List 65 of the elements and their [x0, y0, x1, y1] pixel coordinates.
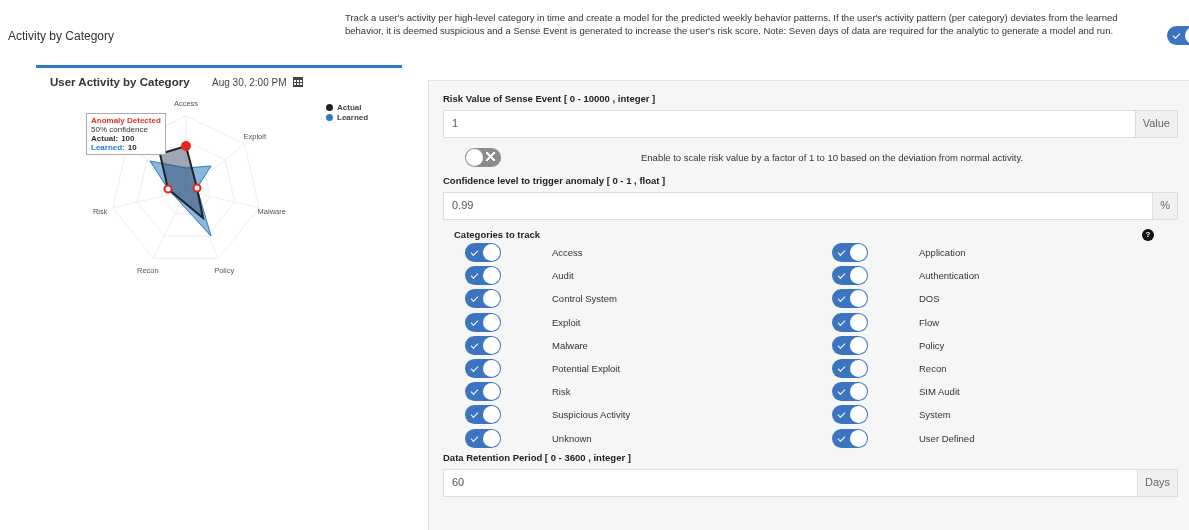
category-label: SIM Audit [919, 386, 960, 398]
chart-title: User Activity by Category [50, 76, 191, 88]
category-label: Exploit [552, 316, 581, 328]
tooltip-label: Actual: [91, 134, 119, 143]
category-toggle[interactable] [465, 312, 501, 332]
category-toggle[interactable] [465, 359, 501, 379]
field-label: Confidence level to trigger anomaly [ 0 - 1 , float ] [443, 175, 667, 186]
tooltip-heading: Anomaly Detected [91, 116, 161, 125]
category-label: Malware [552, 339, 588, 351]
input-field[interactable]: 1 Value [443, 110, 1178, 138]
category-toggle[interactable] [465, 266, 501, 286]
category-toggle[interactable] [832, 405, 868, 425]
category-label: Potential Exploit [552, 363, 621, 375]
field-label: Risk Value of Sense Event [ 0 - 10000 , integer ] [443, 93, 657, 104]
category-label: Suspicious Activity [552, 409, 631, 421]
tooltip-value: 100 [121, 134, 135, 143]
input-addon: % [1152, 193, 1177, 219]
category-toggle[interactable] [465, 405, 501, 425]
category-label: Control System [552, 293, 617, 305]
category-toggle[interactable] [465, 335, 501, 355]
anomaly-point[interactable] [163, 184, 173, 194]
help-icon[interactable]: ? [1142, 228, 1154, 241]
category-toggle[interactable] [465, 382, 501, 402]
category-label: Recon [919, 363, 947, 375]
category-toggle[interactable] [465, 289, 501, 309]
category-toggle[interactable] [832, 243, 868, 263]
category-label: Flow [919, 316, 940, 328]
category-label: Risk [552, 386, 571, 398]
category-label: DOS [919, 293, 940, 305]
category-toggle[interactable] [832, 312, 868, 332]
legend-label: Learned [337, 112, 369, 122]
chart-date: Aug 30, 2:00 PM [212, 76, 287, 88]
description-text: Track a user's activity per high-level category in time and create a model for the predicted weekly behavior patterns. If the user's activity pattern (per category) deviates from the learned behavior, it is deemed suspicious and a Sense Event is generated to increase the user's risk score. Note: Seven days of data are required for the analytic to generate a model and run. [345, 11, 1119, 37]
tooltip-confidence: 50% confidence [91, 125, 149, 134]
input-field[interactable]: 0.99 % [443, 192, 1178, 220]
category-toggle[interactable] [832, 382, 868, 402]
tooltip-value: 10 [127, 143, 137, 152]
page-title: Activity by Category [8, 29, 116, 43]
category-label: Audit [552, 270, 574, 282]
category-toggle[interactable] [832, 266, 868, 286]
input-field[interactable]: 60 Days [443, 468, 1178, 497]
category-label: Authentication [919, 270, 980, 282]
tooltip-label: Learned: [91, 143, 125, 152]
category-label: Policy [919, 339, 945, 351]
category-label: Application [919, 247, 966, 259]
category-toggle[interactable] [832, 359, 868, 379]
field-label: Data Retention Period [ 0 - 3600 , integer ] [443, 451, 632, 463]
category-label: User Defined [919, 432, 975, 444]
category-label: Unknown [552, 432, 592, 444]
category-label: Access [552, 247, 583, 259]
legend-label: Actual [337, 102, 362, 112]
toggle-label: Enable to scale risk value by a factor of 1 to 10 based on the deviation from normal activity. [641, 151, 1024, 163]
category-toggle[interactable] [832, 335, 868, 355]
category-toggle[interactable] [832, 289, 868, 309]
anomaly-point[interactable] [192, 183, 202, 193]
section-title: Categories to track [454, 229, 541, 240]
category-label: System [919, 409, 951, 421]
calendar-icon[interactable] [292, 77, 303, 87]
category-toggle[interactable] [465, 428, 501, 448]
anomaly-point[interactable] [181, 141, 191, 151]
input-addon: Value [1134, 111, 1177, 137]
category-toggle[interactable] [465, 243, 501, 263]
category-toggle[interactable] [832, 428, 868, 448]
input-addon: Days [1136, 469, 1177, 496]
scale-toggle[interactable] [465, 147, 501, 167]
